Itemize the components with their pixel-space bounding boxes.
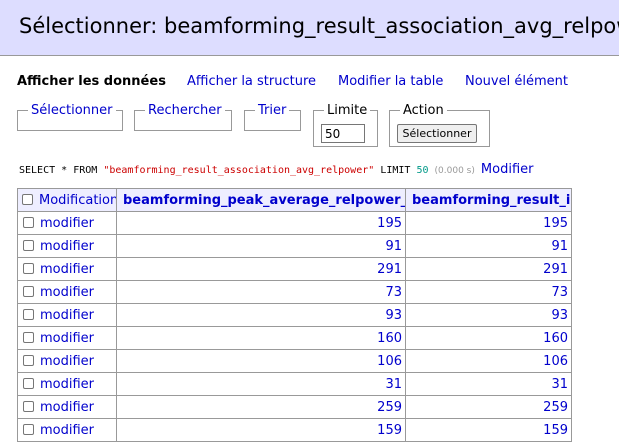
row-checkbox[interactable] (23, 354, 34, 366)
limit-input[interactable] (321, 124, 365, 143)
cell-result-id: 93 (405, 303, 572, 327)
page-header: Sélectionner: beamforming_result_associa… (0, 0, 619, 56)
limit-fieldset: Limite (313, 103, 378, 147)
sql-limit-keyword: LIMIT (380, 165, 411, 176)
table-row: modifier 106 106 (17, 349, 572, 373)
new-item-link[interactable]: Nouvel élément (465, 74, 568, 89)
column-header-result-id[interactable]: beamforming_result_id (405, 188, 572, 212)
modification-header: Modification (17, 188, 117, 212)
row-edit-link[interactable]: modifier (40, 262, 94, 277)
row-checkbox[interactable] (23, 285, 34, 297)
row-edit-link[interactable]: modifier (40, 354, 94, 369)
table-row: modifier 195 195 (17, 211, 572, 235)
query-time: (0.000 s) (434, 166, 475, 176)
cell-peak-id: 159 (116, 418, 406, 442)
cell-result-id: 291 (405, 257, 572, 281)
alter-table-link[interactable]: Modifier la table (338, 74, 443, 89)
show-data-link[interactable]: Afficher les données (17, 74, 166, 89)
page-title: Sélectionner: beamforming_result_associa… (19, 14, 619, 38)
sql-table-name: "beamforming_result_association_avg_relp… (103, 165, 375, 176)
action-fieldset: Action Sélectionner (389, 103, 490, 147)
sql-limit-value: 50 (416, 165, 429, 176)
row-edit-link[interactable]: modifier (40, 400, 94, 415)
cell-peak-id: 91 (116, 234, 406, 258)
select-all-checkbox[interactable] (22, 193, 33, 205)
row-checkbox[interactable] (23, 377, 34, 389)
row-edit-link[interactable]: modifier (40, 285, 94, 300)
sql-select-keyword: SELECT (19, 165, 56, 176)
row-edit-link[interactable]: modifier (40, 308, 94, 323)
limit-label: Limite (327, 103, 368, 118)
row-edit-link[interactable]: modifier (40, 331, 94, 346)
cell-peak-id: 195 (116, 211, 406, 235)
sort-link[interactable]: Trier (258, 103, 286, 118)
table-row: modifier 291 291 (17, 257, 572, 281)
table-row: modifier 93 93 (17, 303, 572, 327)
select-fieldset: Sélectionner (17, 103, 123, 131)
row-checkbox[interactable] (23, 331, 34, 343)
cell-result-id: 160 (405, 326, 572, 350)
cell-result-id: 31 (405, 372, 572, 396)
cell-peak-id: 259 (116, 395, 406, 419)
row-edit-link[interactable]: modifier (40, 423, 94, 438)
row-checkbox[interactable] (23, 216, 34, 228)
row-checkbox[interactable] (23, 239, 34, 251)
table-row: modifier 31 31 (17, 372, 572, 396)
sql-star: * (61, 165, 68, 176)
row-checkbox[interactable] (23, 308, 34, 320)
cell-peak-id: 31 (116, 372, 406, 396)
cell-result-id: 195 (405, 211, 572, 235)
select-columns-link[interactable]: Sélectionner (31, 103, 113, 118)
table-row: modifier 160 160 (17, 326, 572, 350)
cell-result-id: 106 (405, 349, 572, 373)
row-edit-link[interactable]: modifier (40, 216, 94, 231)
modification-header-label: Modification (39, 192, 117, 208)
row-edit-link[interactable]: modifier (40, 239, 94, 254)
table-row: modifier 91 91 (17, 234, 572, 258)
cell-peak-id: 160 (116, 326, 406, 350)
sort-fieldset: Trier (244, 103, 301, 131)
row-checkbox[interactable] (23, 423, 34, 435)
select-submit-button[interactable]: Sélectionner (397, 124, 477, 143)
row-edit-link[interactable]: modifier (40, 377, 94, 392)
cell-result-id: 259 (405, 395, 572, 419)
cell-result-id: 91 (405, 234, 572, 258)
edit-query-link[interactable]: Modifier (481, 162, 534, 177)
row-checkbox[interactable] (23, 400, 34, 412)
sql-query: SELECT * FROM "beamforming_result_associ… (19, 162, 533, 178)
row-checkbox[interactable] (23, 262, 34, 274)
column-header-peak-id[interactable]: beamforming_peak_average_relpower_id (116, 188, 406, 212)
search-link[interactable]: Rechercher (148, 103, 222, 118)
cell-peak-id: 291 (116, 257, 406, 281)
show-structure-link[interactable]: Afficher la structure (187, 74, 316, 89)
results-table: Modification beamforming_peak_average_re… (17, 188, 572, 442)
cell-result-id: 73 (405, 280, 572, 304)
table-row: modifier 159 159 (17, 418, 572, 442)
table-header-row: Modification beamforming_peak_average_re… (17, 188, 572, 212)
cell-result-id: 159 (405, 418, 572, 442)
cell-peak-id: 106 (116, 349, 406, 373)
action-label: Action (403, 103, 444, 118)
sql-from-keyword: FROM (73, 165, 98, 176)
table-row: modifier 73 73 (17, 280, 572, 304)
cell-peak-id: 73 (116, 280, 406, 304)
search-fieldset: Rechercher (134, 103, 232, 131)
cell-peak-id: 93 (116, 303, 406, 327)
table-row: modifier 259 259 (17, 395, 572, 419)
